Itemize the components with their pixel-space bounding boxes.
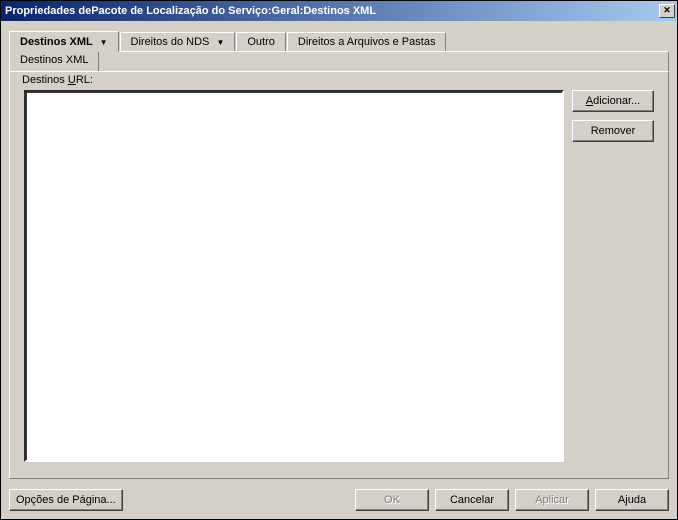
cancel-button[interactable]: Cancelar (435, 489, 509, 511)
side-buttons: Adicionar... Remover (572, 90, 654, 462)
help-button[interactable]: Ajuda (595, 489, 669, 511)
ok-button: OK (355, 489, 429, 511)
tab-direitos-arquivos[interactable]: Direitos a Arquivos e Pastas (287, 32, 447, 51)
group-inner: Adicionar... Remover (24, 90, 654, 462)
tabs: Destinos XML ▼ Direitos do NDS ▼ Outro D… (9, 29, 669, 71)
tab-label: Direitos a Arquivos e Pastas (298, 36, 436, 48)
tab-label: Direitos do NDS (131, 36, 210, 48)
tab-label: Destinos XML (20, 36, 93, 48)
page-options-button[interactable]: Opções de Página... (9, 489, 123, 511)
titlebar: Propriedades dePacote de Localização do … (1, 1, 677, 21)
bottom-bar: Opções de Página... OK Cancelar Aplicar … (1, 483, 677, 519)
window-title: Propriedades dePacote de Localização do … (5, 5, 376, 17)
tab-destinos-xml[interactable]: Destinos XML ▼ (9, 31, 119, 52)
tab-outro[interactable]: Outro (236, 32, 286, 51)
tab-panel: Destinos URL: Adicionar... Remover (9, 71, 669, 479)
add-button[interactable]: Adicionar... (572, 90, 654, 112)
dialog-window: Propriedades dePacote de Localização do … (0, 0, 678, 520)
tab-label: Outro (247, 36, 275, 48)
tab-direitos-nds[interactable]: Direitos do NDS ▼ (120, 32, 236, 51)
chevron-down-icon: ▼ (100, 38, 108, 47)
apply-button: Aplicar (515, 489, 589, 511)
tabs-row: Destinos XML ▼ Direitos do NDS ▼ Outro D… (9, 29, 669, 51)
chevron-down-icon: ▼ (216, 38, 224, 47)
subtabs-row: Destinos XML (9, 51, 669, 71)
destinos-url-listbox[interactable] (24, 90, 564, 462)
group-label: Destinos URL: (20, 74, 95, 86)
destinos-url-group: Destinos URL: Adicionar... Remover (16, 78, 662, 470)
content-area: Destinos XML ▼ Direitos do NDS ▼ Outro D… (1, 21, 677, 483)
subtab-destinos-xml[interactable]: Destinos XML (10, 52, 99, 71)
remove-button[interactable]: Remover (572, 120, 654, 142)
subtab-label: Destinos XML (20, 54, 88, 66)
close-button[interactable]: ✕ (659, 4, 675, 18)
